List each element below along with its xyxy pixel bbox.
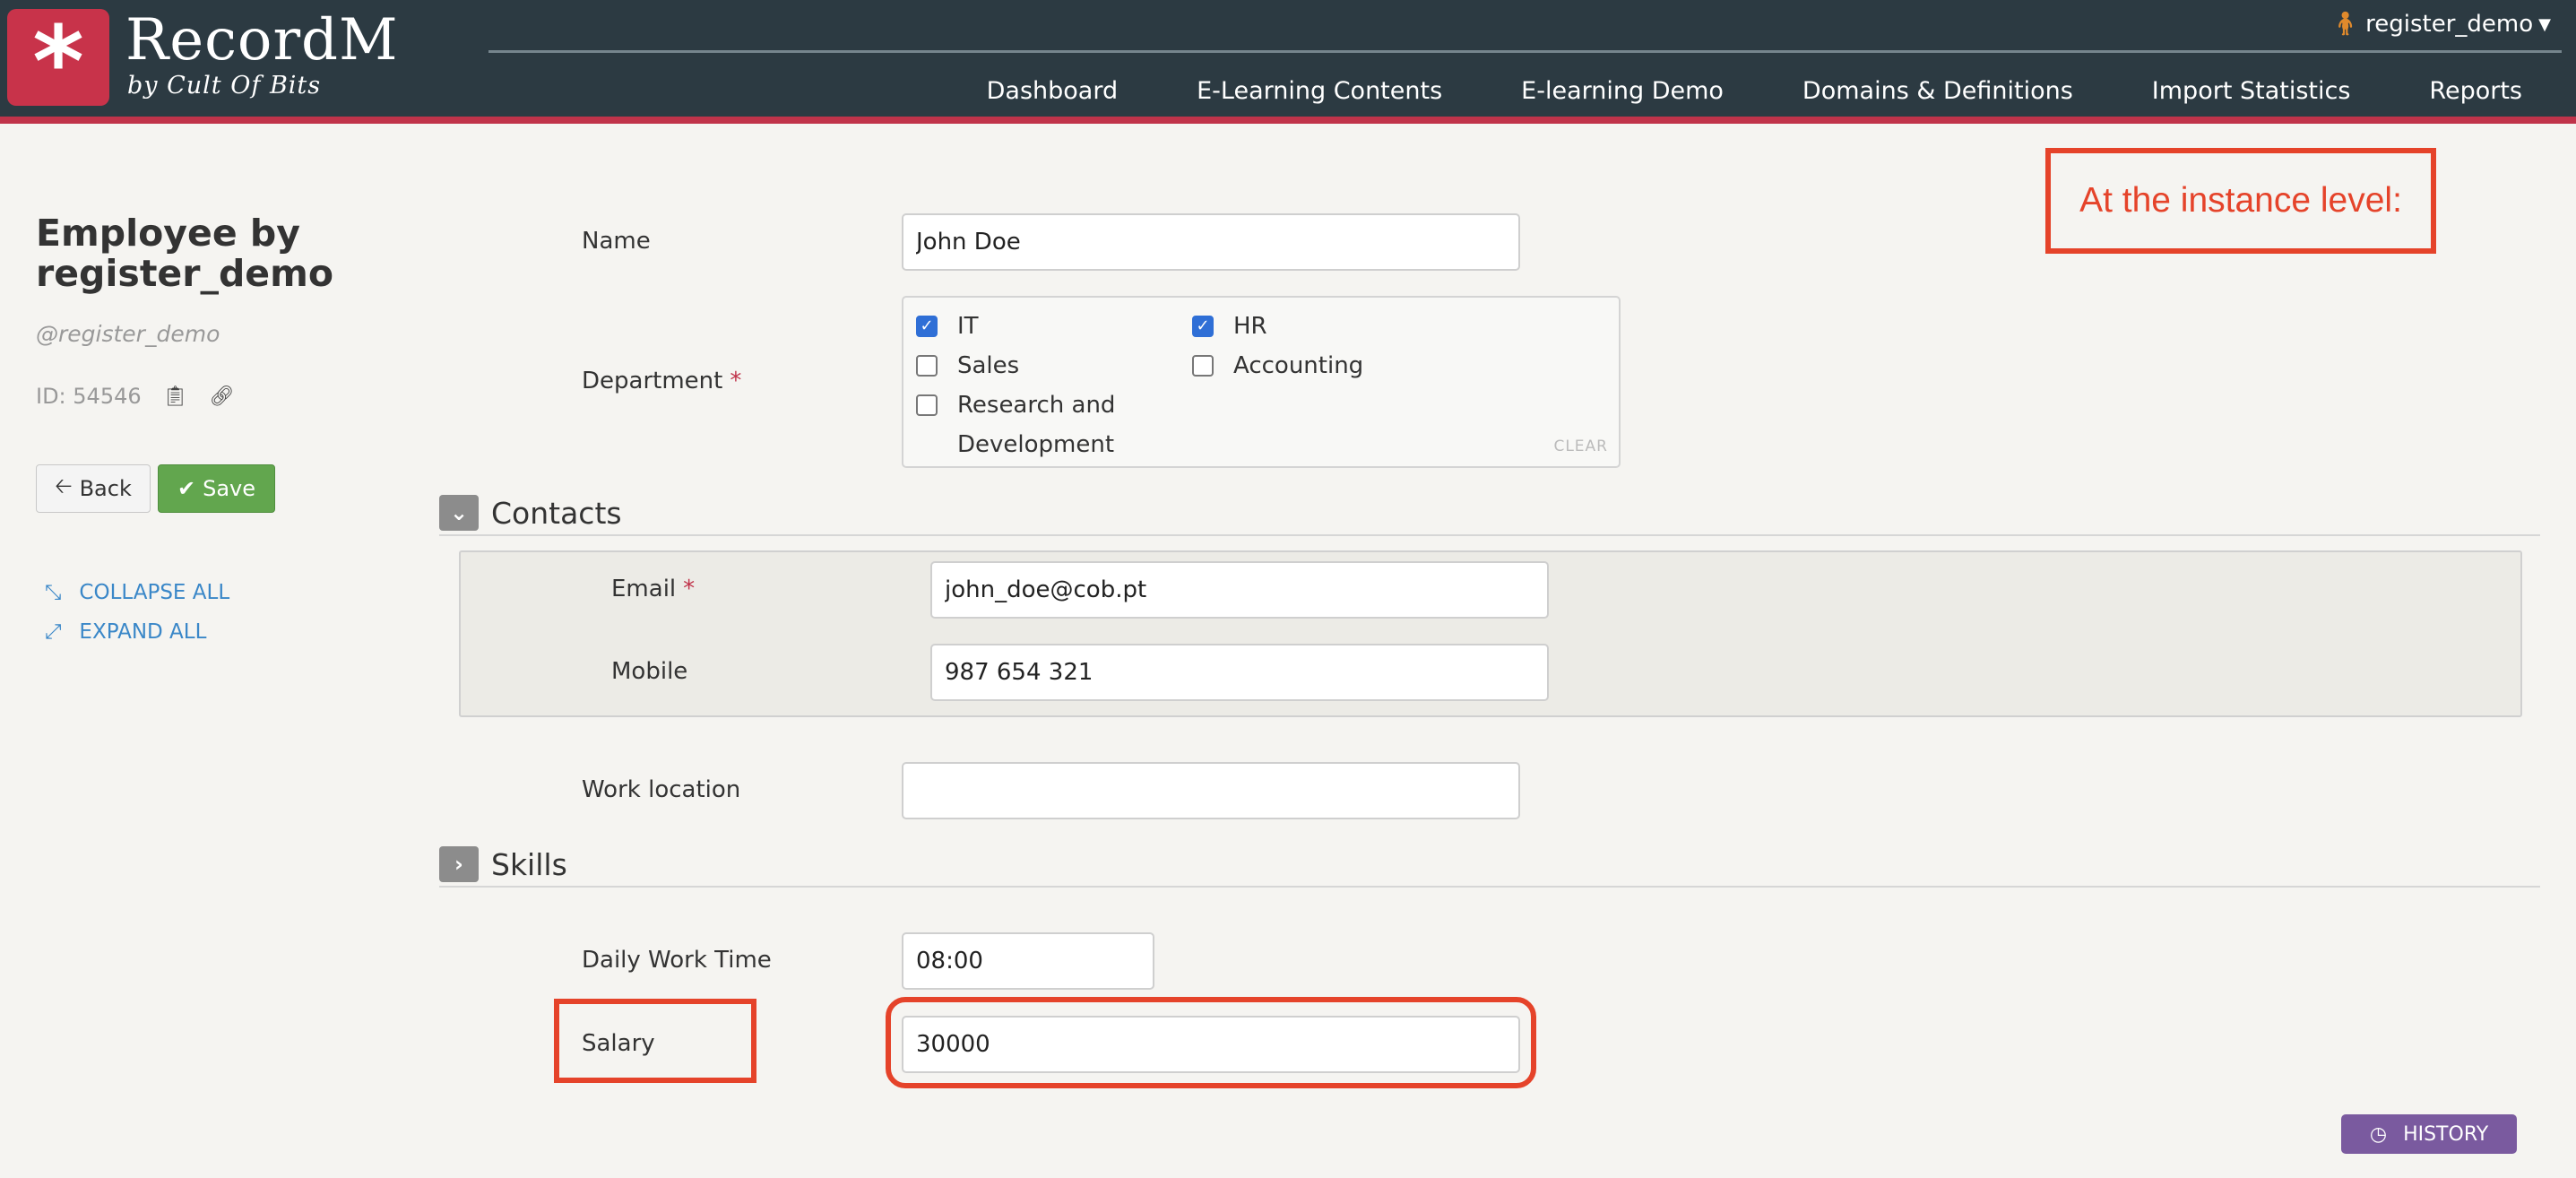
name-label: Name [582, 228, 651, 255]
name-input[interactable] [902, 213, 1520, 271]
save-button[interactable]: ✔ Save [158, 464, 275, 513]
department-label: Department * [582, 368, 741, 394]
email-input[interactable] [930, 561, 1549, 619]
department-option-label: Accounting [1233, 352, 1364, 379]
salary-input-highlight [886, 997, 1536, 1088]
department-option-accounting[interactable]: Accounting [1192, 346, 1363, 385]
annotation-note: At the instance level: [2045, 148, 2436, 254]
work-location-label: Work location [582, 776, 741, 803]
email-label-text: Email [611, 576, 677, 602]
history-label: HISTORY [2403, 1122, 2489, 1146]
checkbox-unchecked-icon[interactable] [1192, 355, 1214, 377]
collapse-all-label: COLLAPSE ALL [79, 581, 230, 604]
contacts-section-header[interactable]: ⌄ Contacts [439, 495, 622, 531]
chevron-right-icon[interactable]: › [439, 846, 479, 882]
expand-icon: ⤢ [45, 620, 62, 644]
record-id-text: ID: 54546 [36, 384, 142, 409]
check-icon: ✔ [177, 476, 196, 501]
required-asterisk: * [683, 576, 696, 602]
user-name: register_demo [2365, 11, 2534, 38]
nav-import-statistics[interactable]: Import Statistics [2113, 72, 2390, 111]
nav-elearning-demo[interactable]: E-learning Demo [1482, 72, 1763, 111]
section-divider [439, 886, 2540, 888]
department-checkbox-group: ✓ IT ✓ HR Sales Accounting Research and … [902, 296, 1621, 468]
user-icon: 🧍︎ [2330, 11, 2361, 38]
department-option-sales[interactable]: Sales [916, 346, 1019, 385]
department-label-text: Department [582, 368, 723, 394]
department-option-label: HR [1233, 313, 1267, 340]
link-icon[interactable]: 🔗︎ [210, 385, 235, 408]
mobile-input[interactable] [930, 644, 1549, 701]
compress-icon: ⤡ [45, 581, 62, 604]
expand-all-link[interactable]: ⤢ EXPAND ALL [45, 620, 206, 644]
department-option-label: IT [957, 313, 979, 340]
clock-icon: ◷ [2369, 1122, 2388, 1146]
header-divider [488, 50, 2562, 53]
header-accent-line [0, 117, 2576, 124]
record-handle: @register_demo [36, 321, 220, 347]
app-name[interactable]: RecordM [125, 7, 399, 74]
arrow-left-icon: 🡠 [55, 472, 73, 498]
top-navbar: * RecordM by Cult Of Bits 🧍︎ register_de… [0, 0, 2576, 117]
section-divider [439, 534, 2540, 536]
nav-domains-definitions[interactable]: Domains & Definitions [1763, 72, 2113, 111]
daily-work-time-label: Daily Work Time [582, 947, 772, 974]
collapse-all-link[interactable]: ⤡ COLLAPSE ALL [45, 581, 229, 604]
daily-work-time-input[interactable] [902, 932, 1154, 990]
checkbox-checked-icon[interactable]: ✓ [1192, 316, 1214, 337]
expand-all-label: EXPAND ALL [79, 620, 207, 644]
clear-link[interactable]: CLEAR [1553, 437, 1608, 455]
department-option-hr[interactable]: ✓ HR [1192, 307, 1267, 346]
app-logo-icon[interactable]: * [7, 9, 109, 115]
nav-reports[interactable]: Reports [2390, 72, 2576, 111]
checkbox-unchecked-icon[interactable] [916, 355, 938, 377]
email-label: Email * [611, 576, 695, 602]
department-option-it[interactable]: ✓ IT [916, 307, 979, 346]
record-id: ID: 54546 📋︎ 🔗︎ [36, 384, 235, 409]
chevron-down-icon[interactable]: ⌄ [439, 495, 479, 531]
checkbox-unchecked-icon[interactable] [916, 394, 938, 416]
nav-dashboard[interactable]: Dashboard [947, 72, 1157, 111]
skills-section-header[interactable]: › Skills [439, 846, 567, 882]
user-menu[interactable]: 🧍︎ register_demo ▼ [2330, 11, 2551, 38]
checkbox-checked-icon[interactable]: ✓ [916, 316, 938, 337]
salary-label-highlight [554, 999, 756, 1083]
skills-section-title: Skills [491, 846, 567, 882]
history-button[interactable]: ◷ HISTORY [2341, 1114, 2517, 1154]
caret-down-icon: ▼ [2538, 14, 2551, 34]
contacts-section-title: Contacts [491, 495, 622, 531]
back-button-label: Back [79, 476, 132, 501]
nav-elearning-contents[interactable]: E-Learning Contents [1157, 72, 1482, 111]
main-nav: Dashboard E-Learning Contents E-learning… [947, 72, 2576, 111]
clipboard-icon[interactable]: 📋︎ [163, 385, 188, 408]
save-button-label: Save [203, 476, 256, 501]
record-title: Employee by register_demo [36, 212, 334, 295]
app-tagline: by Cult Of Bits [127, 72, 322, 100]
required-asterisk: * [730, 368, 742, 394]
work-location-input[interactable] [902, 762, 1520, 819]
back-button[interactable]: 🡠 Back [36, 464, 151, 513]
mobile-label: Mobile [611, 658, 688, 685]
department-option-research[interactable]: Research and Development [916, 385, 1122, 464]
department-option-label: Sales [957, 352, 1020, 379]
department-option-label: Research and Development [957, 392, 1116, 458]
